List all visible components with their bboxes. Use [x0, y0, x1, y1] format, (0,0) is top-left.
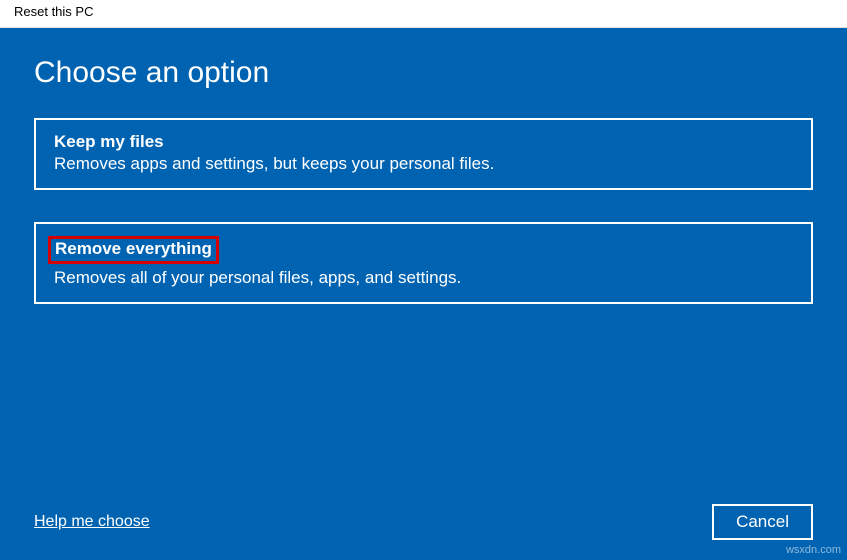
option-description: Removes all of your personal files, apps… — [54, 268, 793, 288]
option-title: Keep my files — [54, 132, 164, 152]
help-me-choose-link[interactable]: Help me choose — [34, 513, 150, 531]
option-remove-everything[interactable]: Remove everything Removes all of your pe… — [34, 222, 813, 304]
reset-panel: Choose an option Keep my files Removes a… — [0, 28, 847, 560]
option-description: Removes apps and settings, but keeps you… — [54, 154, 793, 174]
window-titlebar: Reset this PC — [0, 0, 847, 28]
window-title: Reset this PC — [14, 4, 93, 19]
watermark: wsxdn.com — [786, 544, 841, 556]
option-keep-my-files[interactable]: Keep my files Removes apps and settings,… — [34, 118, 813, 190]
page-heading: Choose an option — [34, 56, 813, 90]
cancel-button[interactable]: Cancel — [712, 504, 813, 540]
option-title: Remove everything — [55, 239, 212, 259]
highlight-annotation: Remove everything — [48, 236, 219, 264]
footer: Help me choose Cancel — [34, 504, 813, 540]
